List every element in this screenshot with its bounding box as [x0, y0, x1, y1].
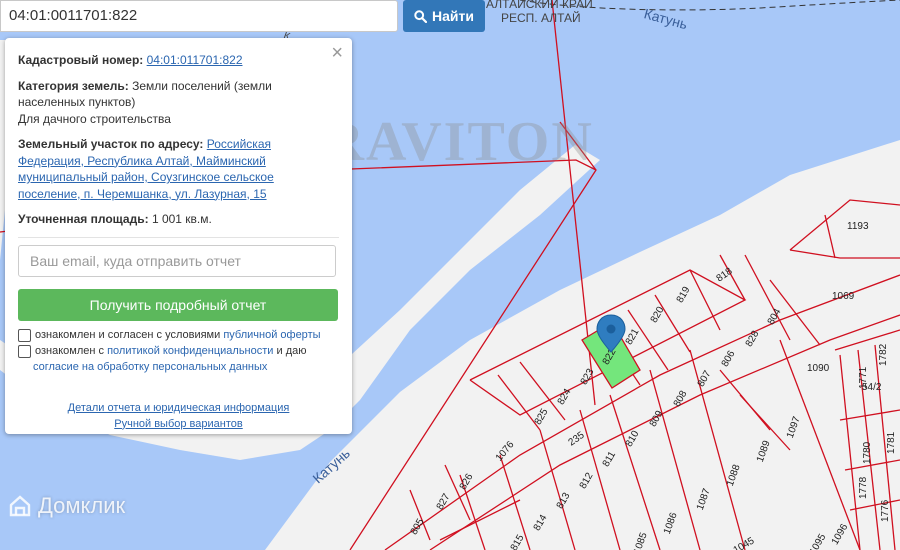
plot-label: 1778: [858, 476, 869, 499]
close-icon[interactable]: ×: [331, 43, 343, 63]
plot-label: 1069: [832, 291, 855, 302]
house-icon: [9, 495, 31, 517]
domclick-logo-text: Домклик: [38, 493, 126, 518]
privacy-policy-link[interactable]: политикой конфиденциальности: [107, 345, 273, 357]
category-value: Земли поселений (земли: [132, 78, 272, 93]
area-label: Уточненная площадь:: [18, 212, 149, 226]
search-button-label: Найти: [432, 8, 474, 24]
plot-label: 1776: [880, 499, 891, 522]
manual-select-link[interactable]: Ручной выбор вариантов: [18, 416, 339, 432]
category-value: населенных пунктов): [18, 95, 136, 109]
region-label: РЕСП. АЛТАЙ: [501, 10, 581, 25]
address-link[interactable]: муниципальный район, Соузгинское сельско…: [18, 169, 339, 186]
personal-data-consent-link[interactable]: согласие на обработку персональных данны…: [33, 359, 267, 375]
cadastral-search-input[interactable]: 04:01:0011701:822: [0, 0, 398, 32]
public-offer-link[interactable]: публичной оферты: [223, 329, 320, 341]
offer-consent-checkbox[interactable]: [18, 328, 31, 342]
address-link[interactable]: Федерация, Республика Алтай, Майминский: [18, 153, 339, 170]
plot-label: 1781: [886, 431, 897, 454]
search-button[interactable]: Найти: [403, 0, 485, 32]
divider: [18, 236, 339, 238]
category-usage: Для дачного строительства: [18, 111, 171, 126]
report-details-link[interactable]: Детали отчета и юридическая информация: [18, 400, 339, 416]
offer-consent-checkbox-row[interactable]: ознакомлен и согласен с условиями публич…: [18, 327, 339, 343]
domclick-logo: Домклик: [8, 493, 125, 519]
plot-label: 1782: [878, 343, 889, 366]
address-link[interactable]: Российская: [207, 137, 271, 151]
privacy-consent-text: ознакомлен с: [35, 344, 105, 357]
privacy-consent-checkbox[interactable]: [18, 344, 31, 358]
address-link[interactable]: поселение, п. Черемшанка, ул. Лазурная, …: [18, 186, 339, 203]
region-label: АЛТАЙСКИЙ КРАЙ: [486, 0, 593, 11]
plot-label: 1090: [807, 363, 830, 374]
email-field[interactable]: Ваш email, куда отправить отчет: [18, 244, 336, 277]
cadastral-number-link[interactable]: 04:01:011701:822: [147, 53, 243, 67]
category-label: Категория земель:: [18, 78, 129, 93]
plot-label: 1780: [862, 441, 873, 464]
privacy-consent-text: и даю: [276, 344, 307, 357]
privacy-consent-checkbox-row[interactable]: ознакомлен с политикой конфиденциальност…: [18, 343, 339, 359]
plot-info-panel: × Кадастровый номер: 04:01:011701:822 Ка…: [5, 38, 352, 434]
address-label: Земельный участок по адресу:: [18, 137, 204, 151]
get-report-button[interactable]: Получить подробный отчет: [18, 288, 338, 321]
cadastral-number-label: Кадастровый номер:: [18, 53, 144, 67]
plot-label: 1193: [847, 221, 869, 232]
search-icon: [414, 9, 428, 23]
area-value: 1 001 кв.м.: [151, 212, 212, 226]
offer-consent-text: ознакомлен и согласен с условиями: [35, 328, 221, 341]
plot-label: 54/2: [862, 382, 882, 393]
